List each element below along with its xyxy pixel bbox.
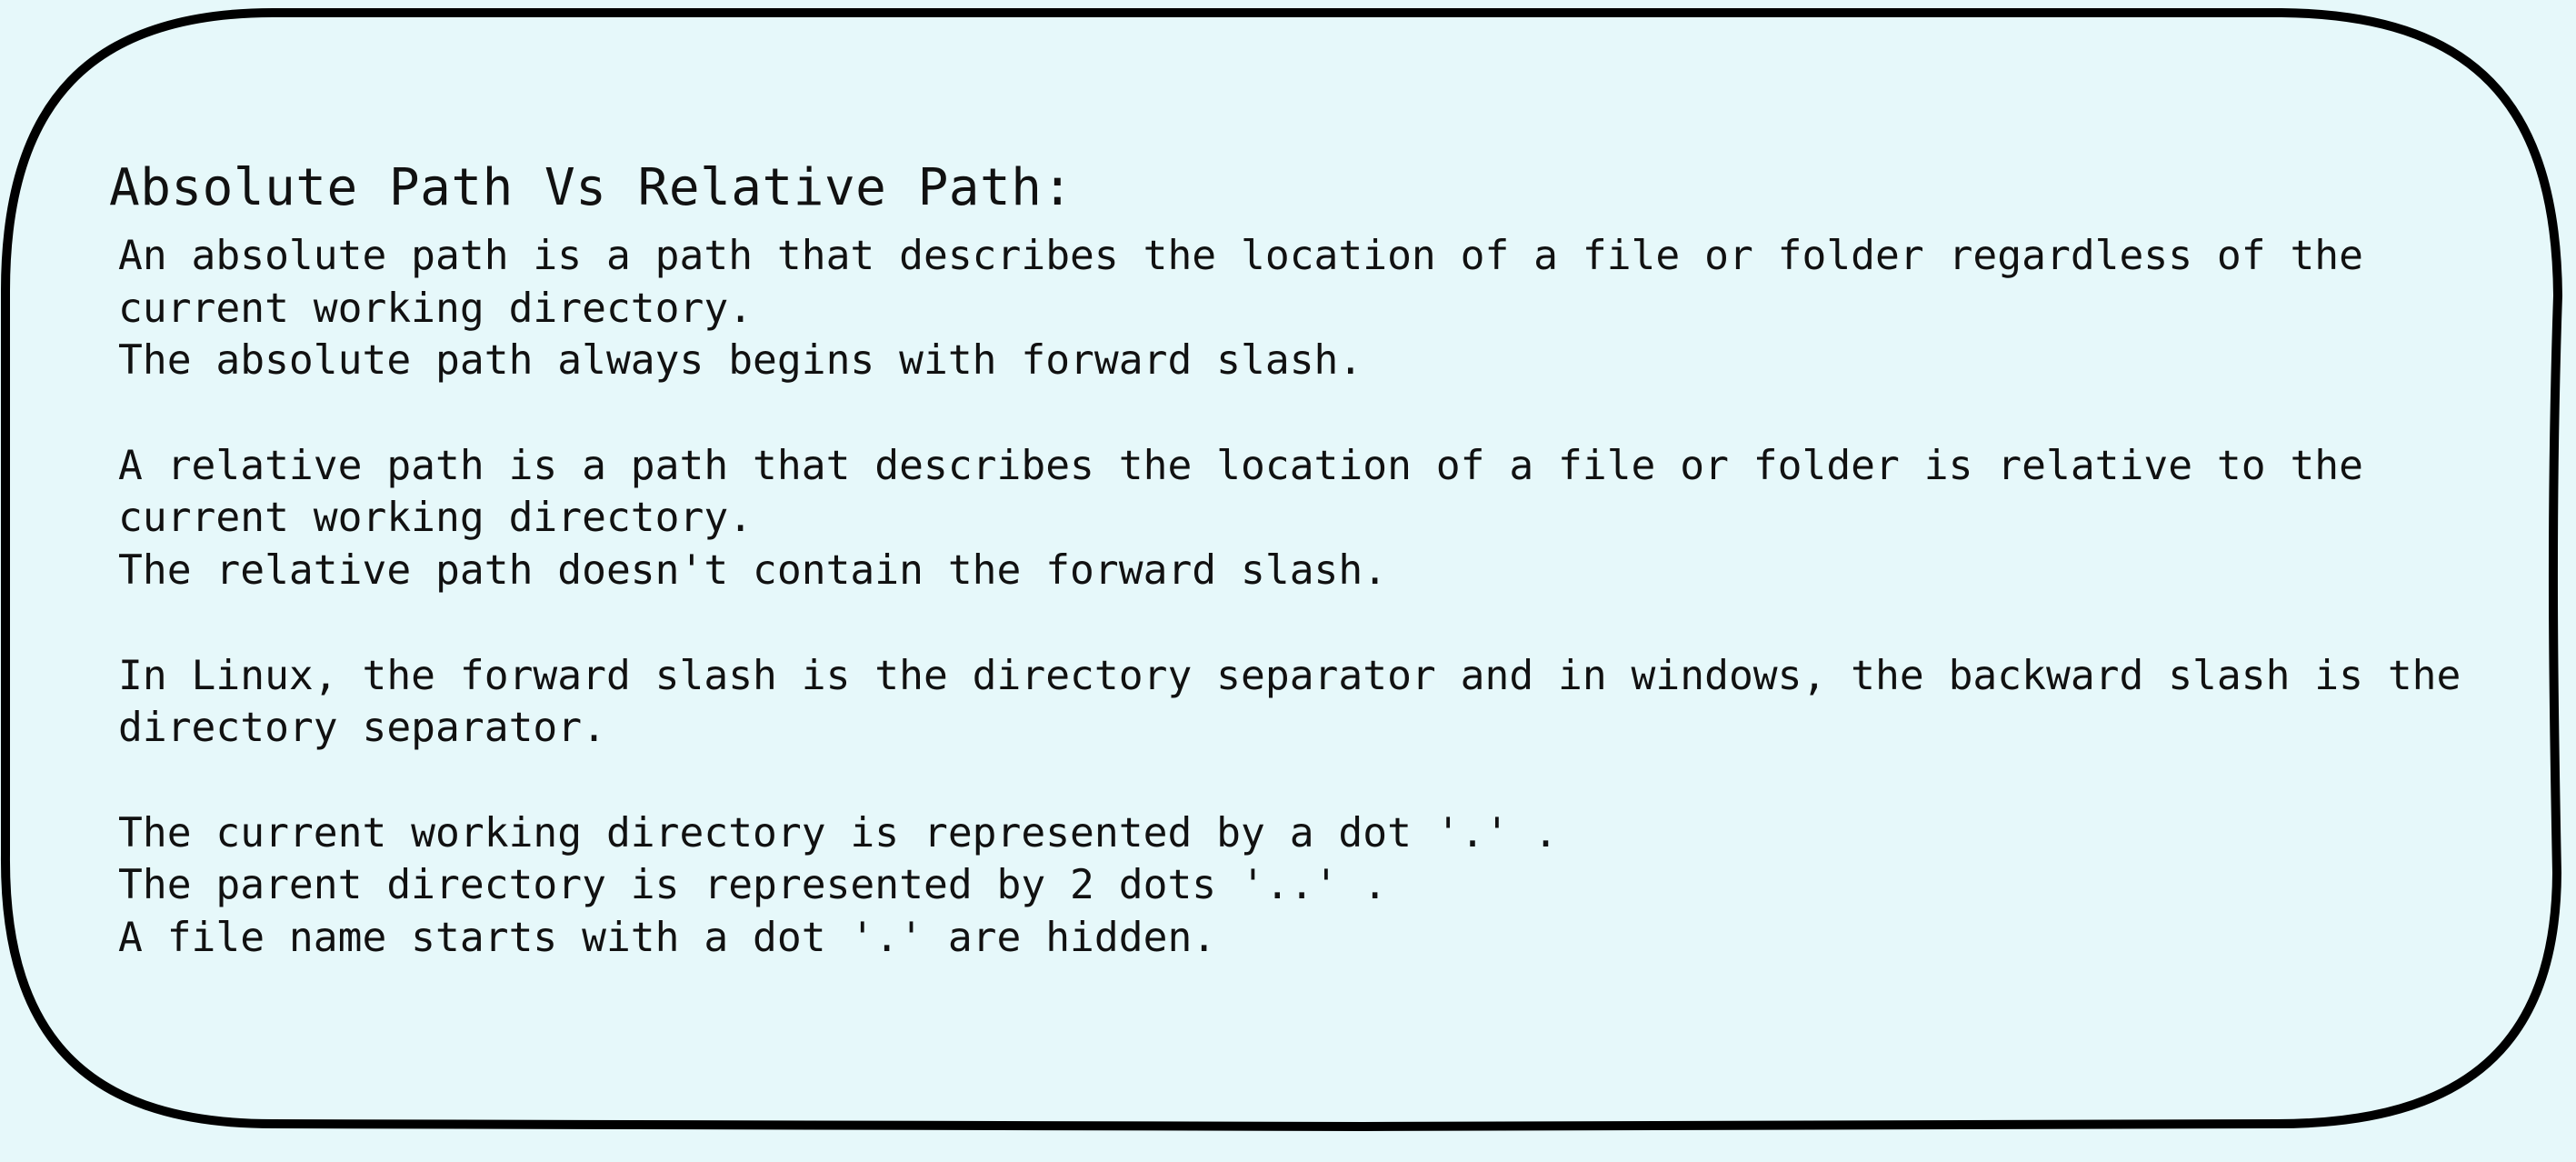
note-title: Absolute Path Vs Relative Path: [109, 158, 1073, 217]
text-line: A file name starts with a dot '.' are hi… [118, 913, 1217, 961]
note-body: An absolute path is a path that describe… [118, 230, 2461, 965]
text-line: current working directory. [118, 494, 754, 542]
text-line: The absolute path always begins with for… [118, 336, 1363, 385]
text-line: The parent directory is represented by 2… [118, 861, 1388, 909]
text-line: An absolute path is a path that describe… [118, 232, 2363, 279]
text-line: The current working directory is represe… [118, 808, 1559, 856]
blank-line [118, 755, 2461, 807]
text-line: A relative path is a path that describes… [118, 441, 2363, 489]
text-line: current working directory. [118, 284, 754, 332]
text-line: In Linux, the forward slash is the direc… [118, 651, 2461, 699]
text-line: The relative path doesn't contain the fo… [118, 546, 1388, 595]
blank-line [118, 387, 2461, 440]
text-line: directory separator. [118, 704, 606, 752]
blank-line [118, 597, 2461, 650]
